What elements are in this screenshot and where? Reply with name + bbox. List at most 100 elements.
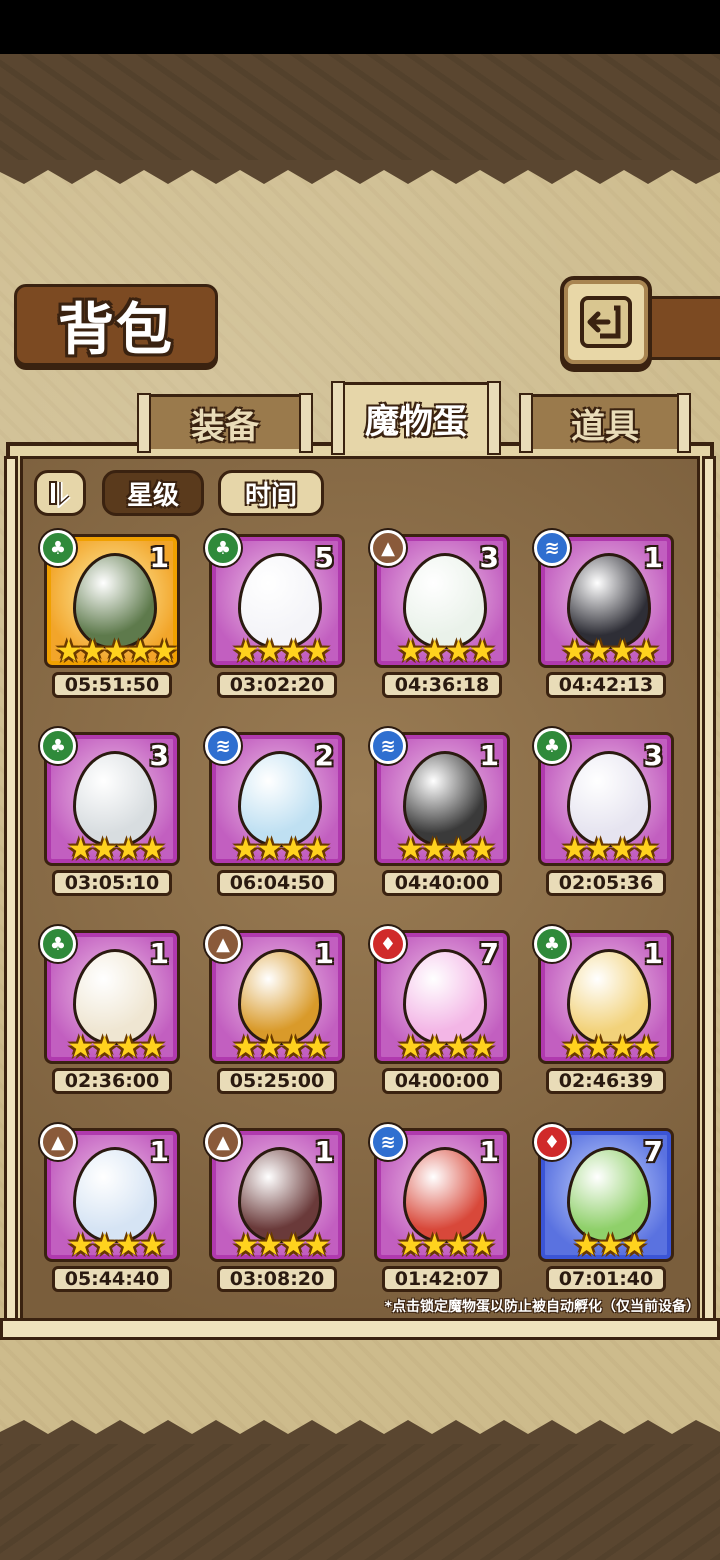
wave-icon: ≋: [370, 728, 406, 764]
filter-by-star-button[interactable]: 星级: [102, 470, 204, 516]
egg-count: 1: [314, 937, 334, 970]
leaf-icon: ♣: [40, 728, 76, 764]
hatch-timer: 04:00:00: [382, 1068, 502, 1094]
egg-count: 1: [314, 1135, 334, 1168]
star-rating: ★★★★: [67, 1030, 166, 1064]
egg-slot[interactable]: 2 ★★★★ ≋ 06:04:50: [205, 728, 345, 898]
egg-count: 3: [643, 739, 663, 772]
star-rating: ★★★★: [232, 832, 331, 866]
egg-slot[interactable]: 1 ★★★★ ▲ 05:44:40: [40, 1124, 180, 1294]
egg-count: 1: [479, 739, 499, 772]
torn-edge-bottom: [0, 1420, 720, 1444]
sort-toggle-icon: [49, 481, 71, 508]
hatch-timer: 03:08:20: [217, 1266, 337, 1292]
egg-slot[interactable]: 1 ★★★★ ♣ 02:46:39: [534, 926, 674, 1096]
hatch-timer: 04:36:18: [382, 672, 502, 698]
hatch-timer: 03:02:20: [217, 672, 337, 698]
star-rating: ★★★★: [232, 1228, 331, 1262]
star-rating: ★★★★: [561, 1030, 660, 1064]
hatch-timer: 06:04:50: [217, 870, 337, 896]
egg-count: 3: [479, 541, 499, 574]
sort-order-button[interactable]: [34, 470, 86, 516]
hatch-timer: 05:44:40: [52, 1266, 172, 1292]
egg-slot[interactable]: 3 ★★★★ ▲ 04:36:18: [370, 530, 510, 700]
frame-post-left: [4, 456, 18, 1336]
hatch-timer: 04:42:13: [546, 672, 666, 698]
mountain-icon: ▲: [205, 1124, 241, 1160]
egg-slot[interactable]: 3 ★★★★ ♣ 02:05:36: [534, 728, 674, 898]
filter-by-time-button[interactable]: 时间: [218, 470, 324, 516]
star-rating: ★★★★: [397, 634, 496, 668]
egg-slot[interactable]: 3 ★★★★ ♣ 03:05:10: [40, 728, 180, 898]
frame-post-right: [702, 456, 716, 1336]
egg-slot[interactable]: 7 ★★★★ ♦ 04:00:00: [370, 926, 510, 1096]
mountain-icon: ▲: [205, 926, 241, 962]
hatch-timer: 02:05:36: [546, 870, 666, 896]
egg-count: 1: [149, 1135, 169, 1168]
star-rating: ★★★★★: [55, 634, 177, 668]
inventory-tabs: 装备 魔物蛋 道具: [14, 380, 706, 455]
back-button[interactable]: [560, 276, 652, 368]
leaf-icon: ♣: [40, 926, 76, 962]
hatch-timer: 01:42:07: [382, 1266, 502, 1292]
egg-count: 7: [479, 937, 499, 970]
hatch-timer: 05:51:50: [52, 672, 172, 698]
wave-icon: ≋: [534, 530, 570, 566]
egg-slot[interactable]: 1 ★★★★ ≋ 04:40:00: [370, 728, 510, 898]
background-map-bottom: [0, 1440, 720, 1560]
return-arrow-icon: [580, 296, 632, 348]
hatch-timer: 03:05:10: [52, 870, 172, 896]
star-rating: ★★★★: [397, 832, 496, 866]
egg-count: 5: [314, 541, 334, 574]
tab-items[interactable]: 道具: [519, 393, 691, 453]
egg-slot[interactable]: 1 ★★★★ ≋ 01:42:07: [370, 1124, 510, 1294]
wave-icon: ≋: [370, 1124, 406, 1160]
wave-icon: ≋: [205, 728, 241, 764]
egg-count: 1: [643, 937, 663, 970]
hatch-timer: 04:40:00: [382, 870, 502, 896]
egg-slot[interactable]: 1 ★★★★ ♣ 02:36:00: [40, 926, 180, 1096]
mountain-icon: ▲: [40, 1124, 76, 1160]
egg-count: 1: [643, 541, 663, 574]
torn-edge-top: [0, 160, 720, 184]
mountain-icon: ▲: [370, 530, 406, 566]
tab-equipment[interactable]: 装备: [137, 393, 313, 453]
hatch-timer: 02:46:39: [546, 1068, 666, 1094]
star-rating: ★★★★: [232, 634, 331, 668]
egg-count: 2: [314, 739, 334, 772]
status-bar: [0, 0, 720, 54]
lock-hint-text: *点击锁定魔物蛋以防止被自动孵化（仅当前设备）: [384, 1299, 700, 1315]
leaf-icon: ♣: [534, 728, 570, 764]
hatch-timer: 05:25:00: [217, 1068, 337, 1094]
leaf-icon: ♣: [205, 530, 241, 566]
page-title: 背包: [58, 297, 174, 363]
star-rating: ★★★★: [561, 832, 660, 866]
star-rating: ★★★★: [232, 1030, 331, 1064]
egg-slot[interactable]: 7 ★★★ ♦ 07:01:40: [534, 1124, 674, 1294]
egg-count: 3: [149, 739, 169, 772]
star-rating: ★★★: [573, 1228, 648, 1262]
star-rating: ★★★★: [67, 1228, 166, 1262]
egg-slot[interactable]: 5 ★★★★ ♣ 03:02:20: [205, 530, 345, 700]
tab-label: 道具: [571, 406, 639, 447]
egg-count: 1: [479, 1135, 499, 1168]
egg-count: 1: [149, 541, 169, 574]
egg-slot[interactable]: 1 ★★★★ ≋ 04:42:13: [534, 530, 674, 700]
star-rating: ★★★★: [397, 1228, 496, 1262]
leaf-icon: ♣: [40, 530, 76, 566]
egg-count: 1: [149, 937, 169, 970]
flame-icon: ♦: [534, 1124, 570, 1160]
egg-slot[interactable]: 1 ★★★★ ▲ 05:25:00: [205, 926, 345, 1096]
egg-slot[interactable]: 1 ★★★★★ ♣ 05:51:50: [40, 530, 180, 700]
tab-label: 装备: [191, 406, 259, 447]
star-rating: ★★★★: [67, 832, 166, 866]
star-rating: ★★★★: [397, 1030, 496, 1064]
page-title-plate: 背包: [14, 284, 218, 366]
tab-monster-egg[interactable]: 魔物蛋: [331, 381, 501, 455]
leaf-icon: ♣: [534, 926, 570, 962]
hatch-timer: 02:36:00: [52, 1068, 172, 1094]
egg-slot[interactable]: 1 ★★★★ ▲ 03:08:20: [205, 1124, 345, 1294]
frame-rail-bottom: [0, 1318, 720, 1340]
egg-count: 7: [643, 1135, 663, 1168]
star-rating: ★★★★: [561, 634, 660, 668]
